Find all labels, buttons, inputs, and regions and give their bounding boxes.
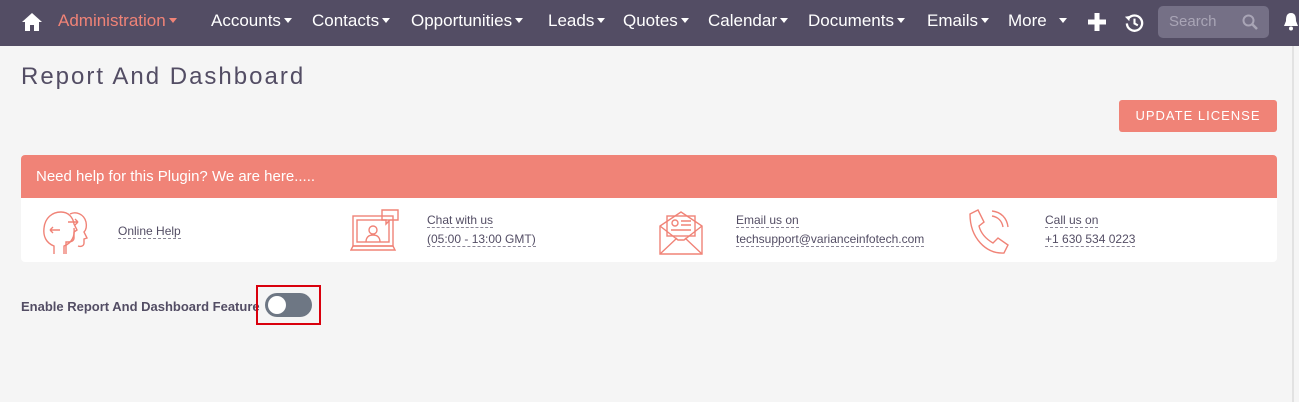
chat-with-us-link[interactable]: Chat with us: [427, 213, 494, 228]
chevron-down-icon: [283, 18, 292, 24]
email-address-link[interactable]: techsupport@varianceinfotech.com: [736, 232, 925, 247]
nav-opportunities-label: Opportunities: [411, 11, 513, 30]
nav-contacts[interactable]: Contacts: [312, 0, 391, 46]
chevron-down-icon: [1058, 18, 1067, 24]
nav-opportunities[interactable]: Opportunities: [411, 0, 524, 46]
chat-item: Chat with us (05:00 - 13:00 GMT): [330, 198, 630, 262]
chevron-down-icon: [515, 18, 524, 24]
nav-quotes-label: Quotes: [623, 11, 678, 30]
nav-more-label: More: [1008, 11, 1047, 30]
top-navigation-bar: Administration Accounts Contacts Opportu…: [0, 0, 1299, 46]
nav-administration[interactable]: Administration: [58, 0, 177, 46]
nav-documents[interactable]: Documents: [808, 0, 905, 46]
email-us-link[interactable]: Email us on: [736, 213, 799, 228]
online-help-icon: [43, 211, 88, 254]
chevron-down-icon: [896, 18, 905, 24]
email-icon: [659, 211, 703, 255]
chevron-down-icon: [981, 18, 990, 24]
page-title: Report And Dashboard: [21, 63, 306, 90]
chevron-down-icon: [382, 18, 391, 24]
nav-calendar[interactable]: Calendar: [708, 0, 788, 46]
nav-documents-label: Documents: [808, 11, 894, 30]
email-item: Email us on techsupport@varianceinfotech…: [639, 198, 949, 262]
call-item: Call us on +1 630 534 0223: [948, 198, 1268, 262]
toggle-highlight: [256, 285, 321, 325]
nav-calendar-label: Calendar: [708, 11, 777, 30]
online-help-item: Online Help: [21, 198, 321, 262]
toggle-knob: [268, 296, 286, 314]
nav-accounts-label: Accounts: [211, 11, 281, 30]
plus-icon[interactable]: [1087, 12, 1107, 32]
call-number-link[interactable]: +1 630 534 0223: [1045, 232, 1136, 247]
history-icon[interactable]: [1124, 12, 1145, 33]
update-license-button[interactable]: UPDATE LICENSE: [1119, 100, 1277, 132]
nav-accounts[interactable]: Accounts: [211, 0, 292, 46]
chevron-down-icon: [597, 18, 606, 24]
page-scroll-divider: [1292, 46, 1294, 402]
chevron-down-icon: [168, 18, 177, 24]
nav-emails[interactable]: Emails: [927, 0, 990, 46]
nav-leads[interactable]: Leads: [548, 0, 606, 46]
nav-administration-label: Administration: [58, 11, 166, 30]
nav-quotes[interactable]: Quotes: [623, 0, 689, 46]
chat-support-icon: [350, 209, 399, 251]
search-input[interactable]: Search: [1158, 6, 1269, 38]
nav-emails-label: Emails: [927, 11, 979, 30]
search-icon[interactable]: [1242, 14, 1258, 30]
enable-feature-label: Enable Report And Dashboard Feature: [21, 299, 260, 314]
chevron-down-icon: [780, 18, 788, 24]
bell-icon[interactable]: [1283, 12, 1299, 32]
enable-feature-toggle[interactable]: [265, 293, 312, 317]
nav-contacts-label: Contacts: [312, 11, 380, 30]
home-icon[interactable]: [21, 11, 43, 33]
chat-hours-link[interactable]: (05:00 - 13:00 GMT): [427, 232, 536, 247]
call-us-link[interactable]: Call us on: [1045, 213, 1099, 228]
nav-leads-label: Leads: [548, 11, 595, 30]
nav-more[interactable]: More: [1008, 0, 1067, 46]
help-panel-header: Need help for this Plugin? We are here..…: [21, 155, 1277, 198]
search-placeholder: Search: [1169, 13, 1217, 30]
chevron-down-icon: [680, 18, 689, 24]
help-panel: Need help for this Plugin? We are here..…: [21, 155, 1277, 262]
online-help-link[interactable]: Online Help: [118, 224, 181, 239]
phone-icon: [969, 209, 1009, 254]
